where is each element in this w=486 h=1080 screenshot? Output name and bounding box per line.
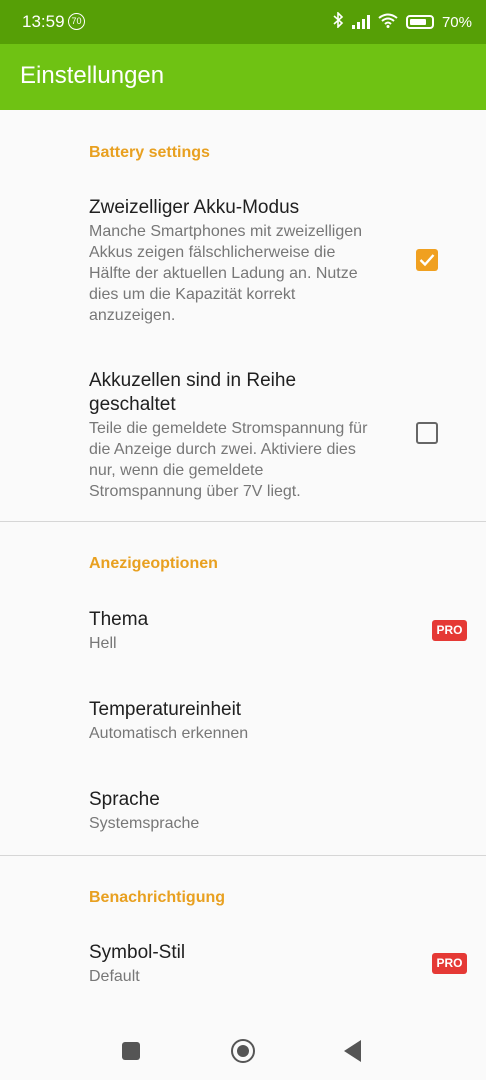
checkmark-icon — [419, 254, 435, 267]
section-divider — [0, 521, 486, 522]
app-bar: Einstellungen — [0, 44, 486, 110]
page-title: Einstellungen — [20, 62, 165, 89]
back-button[interactable] — [344, 1040, 361, 1062]
wifi-icon — [378, 13, 398, 32]
status-bar: 13:59 70 70% — [0, 0, 486, 44]
setting-description: Manche Smartphones mit zweizelligen Akku… — [89, 223, 363, 324]
status-time: 13:59 — [22, 12, 65, 31]
section-title-battery: Battery settings — [89, 144, 210, 161]
setting-title: Temperatureinheit — [89, 699, 242, 720]
setting-summary: Default — [89, 968, 140, 985]
signal-icon — [351, 15, 370, 29]
section-divider — [0, 855, 486, 856]
setting-summary: Automatisch erkennen — [89, 725, 249, 742]
notification-badge-icon: 70 — [68, 13, 85, 30]
setting-summary: Systemsprache — [89, 815, 200, 832]
battery-icon — [405, 15, 434, 29]
setting-title: Thema — [89, 609, 149, 630]
setting-title: Sprache — [89, 789, 160, 810]
setting-title: Zweizelliger Akku-Modus — [89, 197, 300, 218]
navigation-bar — [0, 1022, 486, 1080]
setting-title: Symbol-Stil — [89, 942, 186, 963]
bluetooth-icon — [332, 11, 344, 32]
setting-title: Akkuzellen sind in Reihe geschaltet — [89, 370, 297, 415]
section-title-notification: Benachrichtigung — [89, 889, 226, 906]
dual-cell-checkbox[interactable] — [416, 249, 438, 271]
setting-summary: Hell — [89, 635, 117, 652]
battery-percent: 70% — [441, 13, 472, 31]
pro-badge: PRO — [432, 620, 467, 641]
section-title-display: Anezigeoptionen — [89, 555, 218, 572]
home-button[interactable] — [231, 1039, 255, 1063]
pro-badge: PRO — [432, 953, 467, 974]
recents-button[interactable] — [122, 1042, 140, 1060]
series-cells-checkbox[interactable] — [416, 422, 438, 444]
setting-description: Teile die gemeldete Stromspannung für di… — [89, 420, 368, 500]
